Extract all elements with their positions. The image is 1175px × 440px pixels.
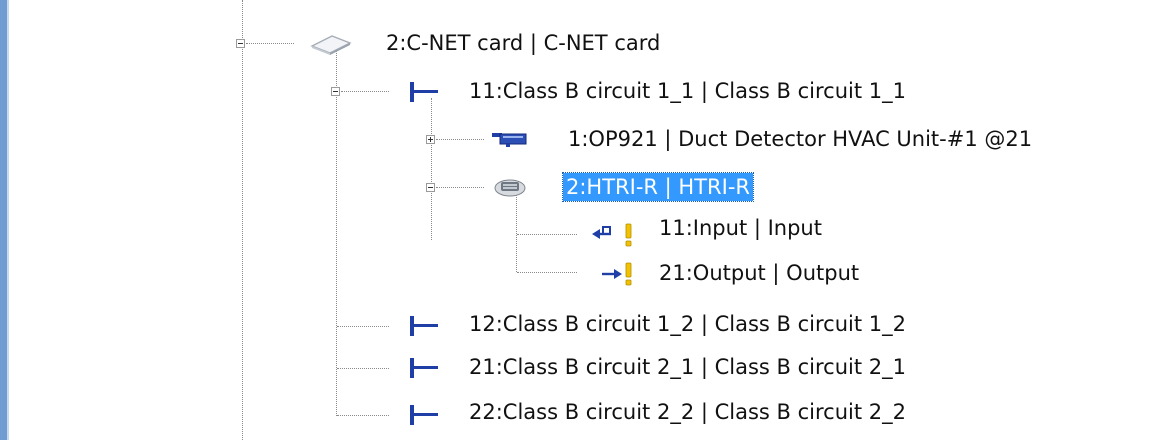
tree-node-label[interactable]: 21:Class B circuit 2_1 | Class B circuit… (466, 353, 909, 381)
tree-connector (337, 368, 389, 369)
tree-connector (436, 139, 484, 140)
collapse-toggle[interactable] (331, 87, 340, 96)
tree-connector (436, 187, 484, 188)
tree-node-label[interactable]: 11:Class B circuit 1_1 | Class B circuit… (466, 77, 909, 105)
duct-detector-icon (492, 133, 527, 147)
tree-connector (246, 43, 294, 44)
tree-node-label[interactable]: 1:OP921 | Duct Detector HVAC Unit-#1 @21 (565, 125, 1035, 153)
circuit-icon (410, 82, 438, 102)
tree-connector (341, 91, 389, 92)
collapse-toggle[interactable] (236, 39, 245, 48)
tree-node-label[interactable]: 2:C-NET card | C-NET card (383, 29, 663, 57)
tree-node-label[interactable]: 22:Class B circuit 2_2 | Class B circuit… (466, 398, 909, 426)
tree-connector (431, 98, 432, 240)
tree-connector (337, 415, 389, 416)
circuit-icon (410, 405, 438, 425)
tree-connector (242, 0, 243, 440)
output-warning-icon (602, 262, 632, 286)
module-icon (494, 179, 526, 197)
tree-connector (517, 272, 577, 273)
card-icon (310, 35, 352, 55)
expand-toggle[interactable] (426, 135, 435, 144)
tree-node-label[interactable]: 12:Class B circuit 1_2 | Class B circuit… (466, 310, 909, 338)
tree-node-label[interactable]: 2:HTRI-R | HTRI-R (561, 172, 755, 202)
input-warning-icon (592, 223, 632, 247)
circuit-icon (410, 316, 438, 336)
tree-connector (337, 326, 389, 327)
tree-connector (517, 234, 577, 235)
circuit-icon (410, 358, 438, 378)
tree-connector (336, 50, 337, 416)
collapse-toggle[interactable] (426, 183, 435, 192)
tree-node-label[interactable]: 11:Input | Input (656, 214, 825, 242)
window-frame-border (7, 0, 9, 440)
tree-node-label[interactable]: 21:Output | Output (656, 259, 862, 287)
tree-view: 2:C-NET card | C-NET card 11:Class B cir… (0, 0, 1175, 440)
tree-connector (516, 194, 517, 272)
window-frame-left (0, 0, 7, 440)
